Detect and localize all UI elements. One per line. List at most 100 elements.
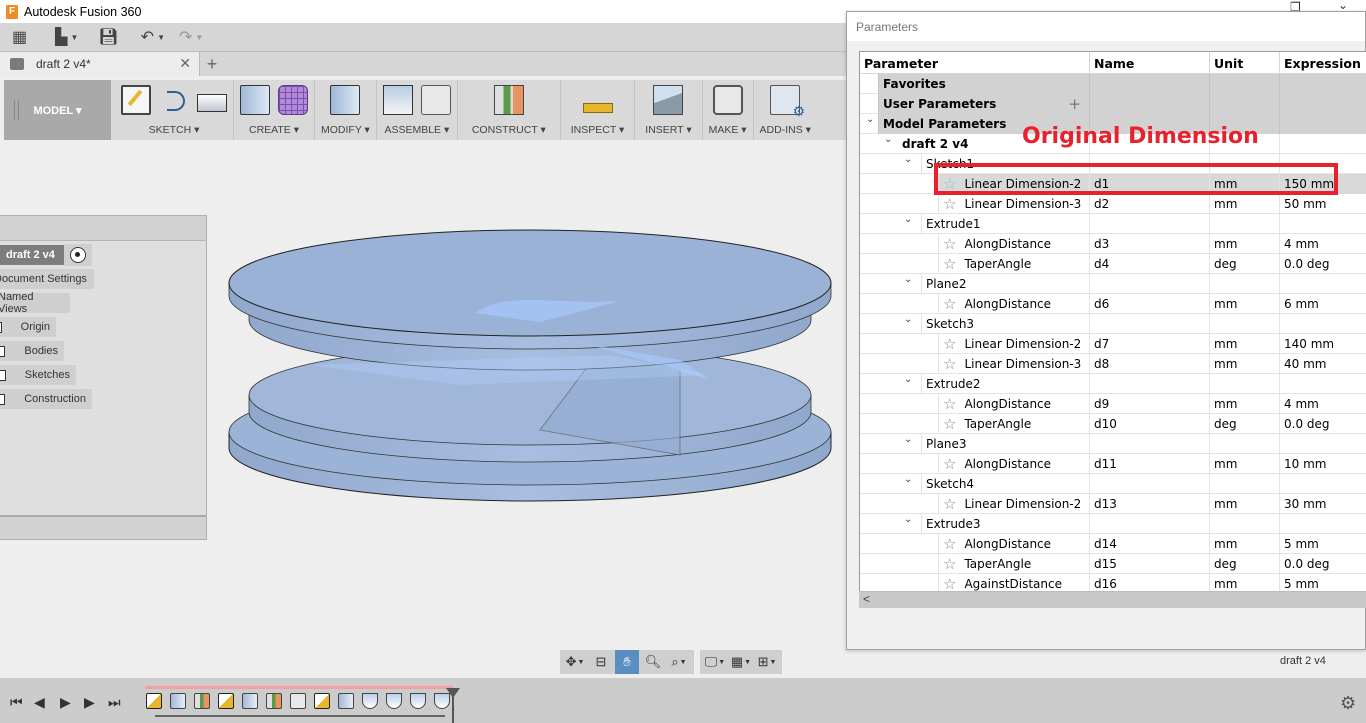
parameter-expression[interactable]: 50 mm [1279,194,1366,214]
parameter-expression[interactable]: 6 mm [1279,294,1366,314]
restore-window-icon[interactable]: ❐ [1290,0,1301,14]
group-row[interactable]: User Parameters + [860,94,1366,114]
parameter-row[interactable]: ☆ Linear Dimension-3 d2 mm 50 mm [860,194,1366,214]
create-form-icon[interactable] [278,85,308,115]
timeline-sketch-feature-icon[interactable] [314,693,330,709]
chevron-down-icon[interactable]: ⌄ [904,274,912,285]
chevron-down-icon[interactable]: ⌄ [884,134,892,145]
parameter-expression[interactable]: 0.0 deg [1279,554,1366,574]
horizontal-scrollbar[interactable]: < [859,591,1366,608]
parameter-row[interactable]: ☆ AlongDistance d14 mm 5 mm [860,534,1366,554]
make-menu[interactable]: MAKE ▾ [709,120,747,140]
chevron-down-icon[interactable]: ⌄ [904,154,912,165]
favorite-star-icon[interactable]: ☆ [943,336,956,352]
chevron-down-icon[interactable]: ⌄ [904,434,912,445]
parameter-row[interactable]: ☆ Linear Dimension-2 d7 mm 140 mm [860,334,1366,354]
inspect-menu[interactable]: INSPECT ▾ [571,120,625,140]
zoom-button[interactable]: 🔍︎ [641,650,665,674]
visibility-checkbox[interactable] [0,393,6,405]
parameter-row[interactable]: ☆ TaperAngle d15 deg 0.0 deg [860,554,1366,574]
favorite-star-icon[interactable]: ☆ [943,416,956,432]
parameter-row[interactable]: ☆ TaperAngle d10 deg 0.0 deg [860,414,1366,434]
feature-row[interactable]: ⌄ Plane2 [860,274,1366,294]
parameter-expression[interactable]: 4 mm [1279,394,1366,414]
fit-button[interactable]: ⌕ ▼ [667,650,691,674]
insert-menu[interactable]: INSERT ▾ [645,120,691,140]
parameter-expression[interactable]: 4 mm [1279,234,1366,254]
timeline-sketch-feature-icon[interactable] [146,693,162,709]
timeline-marker[interactable] [446,688,460,723]
favorite-star-icon[interactable]: ☆ [943,296,956,312]
save-button[interactable]: 💾︎ [98,26,118,48]
3d-viewport[interactable] [210,150,850,640]
visibility-checkbox[interactable] [0,369,6,381]
visibility-checkbox[interactable] [0,321,2,333]
new-tab-button[interactable]: + [200,52,224,76]
visibility-checkbox[interactable] [0,345,6,357]
chevron-down-icon[interactable]: ⌄ [904,514,912,525]
parameter-row[interactable]: ☆ Linear Dimension-2 d13 mm 30 mm [860,494,1366,514]
joint-icon[interactable] [420,85,451,115]
browser-item-named-views[interactable]: Named Views [0,291,70,315]
construct-menu[interactable]: CONSTRUCT ▾ [472,120,546,140]
new-component-icon[interactable] [382,85,413,115]
assemble-menu[interactable]: ASSEMBLE ▾ [384,120,449,140]
timeline-extrude-feature-icon[interactable] [242,693,258,709]
browser-header[interactable] [0,216,206,241]
file-menu-button[interactable]: ▙ ▼ [55,26,78,48]
activate-component-radio[interactable] [70,247,86,263]
parameter-expression[interactable]: 140 mm [1279,334,1366,354]
timeline-sketch-feature-icon[interactable] [218,693,234,709]
browser-item-construction[interactable]: Construction [0,389,92,409]
browser-item-origin[interactable]: Origin [0,317,56,337]
favorite-star-icon[interactable]: ☆ [943,256,956,272]
orbit-button[interactable]: ✥ ▼ [563,650,587,674]
play-button[interactable]: ▶ [60,694,71,711]
undo-button[interactable]: ↶ ▼ [141,26,165,48]
timeline-joint-feature-icon[interactable] [290,693,306,709]
chevron-down-icon[interactable]: ⌄ [904,314,912,325]
favorite-star-icon[interactable]: ☆ [943,236,956,252]
timeline-chamfer-feature-icon[interactable] [386,693,402,709]
chevron-down-icon[interactable]: ⌄ [904,474,912,485]
addins-menu[interactable]: ADD-INS ▾ [760,120,811,140]
feature-row[interactable]: ⌄ Extrude3 [860,514,1366,534]
3d-print-icon[interactable] [712,85,743,115]
parameter-expression[interactable]: 30 mm [1279,494,1366,514]
close-window-icon[interactable]: ⌄ [1338,0,1348,12]
step-forward-button[interactable]: ▶ [84,694,95,711]
favorite-star-icon[interactable]: ☆ [943,576,956,592]
step-back-button[interactable]: ◀ [34,694,45,711]
parameter-row[interactable]: ☆ AlongDistance d6 mm 6 mm [860,294,1366,314]
timeline-settings-icon[interactable]: ⚙ [1340,693,1356,714]
modify-menu[interactable]: MODIFY ▾ [321,120,370,140]
feature-row[interactable]: ⌄ Extrude1 [860,214,1366,234]
data-panel-button[interactable]: ▦ [12,26,27,48]
group-row[interactable]: Favorites [860,74,1366,94]
favorite-star-icon[interactable]: ☆ [943,456,956,472]
go-to-end-button[interactable]: ⏭ [108,694,121,711]
timeline-plane-feature-icon[interactable] [194,693,210,709]
parameter-row[interactable]: ☆ AlongDistance d3 mm 4 mm [860,234,1366,254]
favorite-star-icon[interactable]: ☆ [943,196,956,212]
browser-item-document-settings[interactable]: Document Settings [0,269,94,289]
scripts-icon[interactable] [770,85,805,120]
look-at-button[interactable]: ⊟ [589,650,613,674]
extrude-icon[interactable] [240,85,270,115]
timeline-chamfer-feature-icon[interactable] [410,693,426,709]
viewports-button[interactable]: ⊞ ▼ [755,650,779,674]
arc-icon[interactable] [159,85,189,115]
browser-item-sketches[interactable]: Sketches [0,365,76,385]
feature-row[interactable]: ⌄ Sketch3 [860,314,1366,334]
favorite-star-icon[interactable]: ☆ [943,556,956,572]
workspace-switcher[interactable]: MODEL ▾ [4,80,111,140]
document-tab[interactable]: draft 2 v4* ✕ [0,52,200,76]
sketch-menu[interactable]: SKETCH ▾ [149,120,200,140]
chevron-down-icon[interactable]: ⌄ [904,374,912,385]
grid-settings-button[interactable]: ▦ ▼ [729,650,753,674]
timeline-chamfer-feature-icon[interactable] [362,693,378,709]
favorite-star-icon[interactable]: ☆ [943,396,956,412]
feature-row[interactable]: ⌄ Extrude2 [860,374,1366,394]
chevron-down-icon[interactable]: ⌄ [866,114,874,125]
scroll-left-icon[interactable]: < [863,592,870,606]
